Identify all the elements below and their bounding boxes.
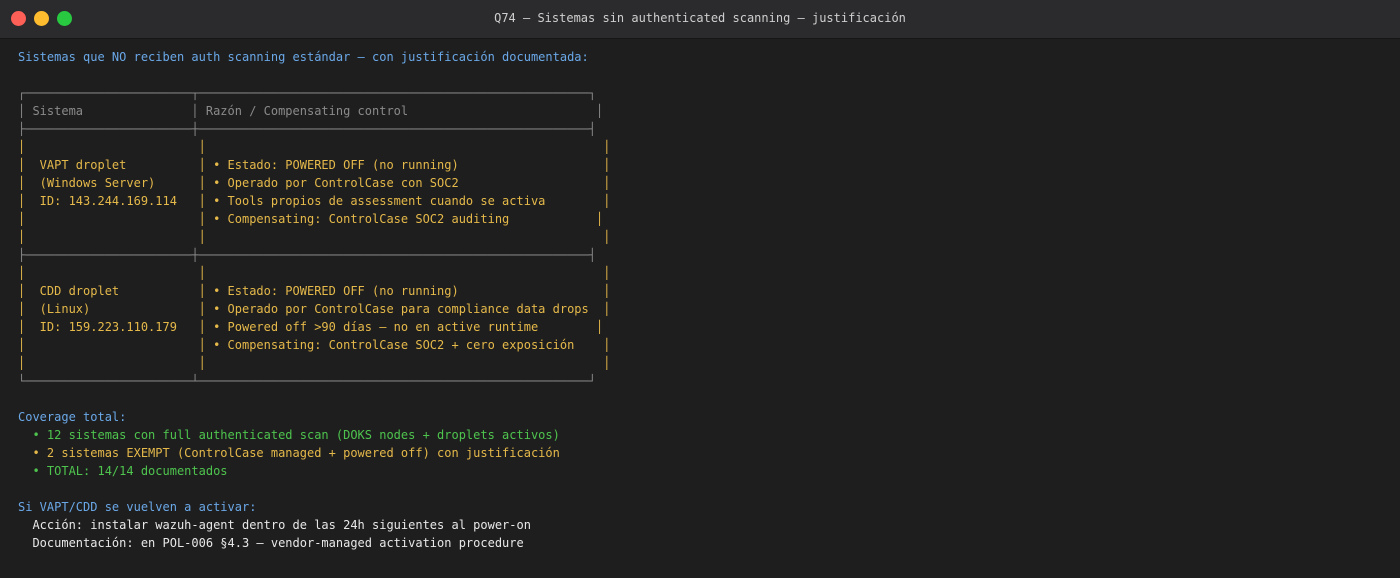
table-row-line: │ CDD droplet │ • Estado: POWERED OFF (n… <box>18 284 611 298</box>
reactivation-heading: Si VAPT/CDD se vuelven a activar: <box>18 500 257 514</box>
reactivation-line: Acción: instalar wazuh-agent dentro de l… <box>18 518 531 532</box>
table-row-line: │ (Linux) │ • Operado por ControlCase pa… <box>18 302 611 316</box>
table-row-line: │ │ │ <box>18 230 611 244</box>
table-top-border: ┌───────────────────────┬───────────────… <box>18 86 596 100</box>
table-row-line: │ │ │ <box>18 356 611 370</box>
coverage-heading: Coverage total: <box>18 410 127 424</box>
reactivation-line: Documentación: en POL-006 §4.3 — vendor-… <box>18 536 524 550</box>
table-header-separator: ├───────────────────────┼───────────────… <box>18 122 596 136</box>
table-row-vapt: │ │ │ │ VAPT droplet │ • Estado: POWERED… <box>18 138 1400 246</box>
table-row-separator: ├───────────────────────┼───────────────… <box>18 248 596 262</box>
table-header: │ Sistema │ Razón / Compensating control… <box>18 104 604 118</box>
coverage-item: • TOTAL: 14/14 documentados <box>18 464 228 478</box>
table-row-line: │ ID: 159.223.110.179 │ • Powered off >9… <box>18 320 604 334</box>
table-row-line: │ │ • Compensating: ControlCase SOC2 aud… <box>18 212 604 226</box>
coverage-item: • 12 sistemas con full authenticated sca… <box>18 428 560 442</box>
exemption-table: ┌───────────────────────┬───────────────… <box>18 84 1400 390</box>
terminal-output[interactable]: Sistemas que NO reciben auth scanning es… <box>18 48 1400 552</box>
terminal-window: Q74 — Sistemas sin authenticated scannin… <box>0 0 1400 578</box>
table-bottom-border: └───────────────────────┴───────────────… <box>18 374 596 388</box>
table-row-line: │ (Windows Server) │ • Operado por Contr… <box>18 176 611 190</box>
table-row-line: │ │ • Compensating: ControlCase SOC2 + c… <box>18 338 611 352</box>
intro-line: Sistemas que NO reciben auth scanning es… <box>18 50 589 64</box>
table-row-line: │ │ │ <box>18 266 611 280</box>
coverage-item: • 2 sistemas EXEMPT (ControlCase managed… <box>18 446 560 460</box>
table-row-line: │ ID: 143.244.169.114 │ • Tools propios … <box>18 194 611 208</box>
window-title: Q74 — Sistemas sin authenticated scannin… <box>494 11 906 25</box>
table-row-line: │ │ │ <box>18 140 611 154</box>
table-row-line: │ VAPT droplet │ • Estado: POWERED OFF (… <box>18 158 611 172</box>
title-bar: Q74 — Sistemas sin authenticated scannin… <box>0 0 1400 39</box>
table-row-cdd: │ │ │ │ CDD droplet │ • Estado: POWERED … <box>18 264 1400 372</box>
